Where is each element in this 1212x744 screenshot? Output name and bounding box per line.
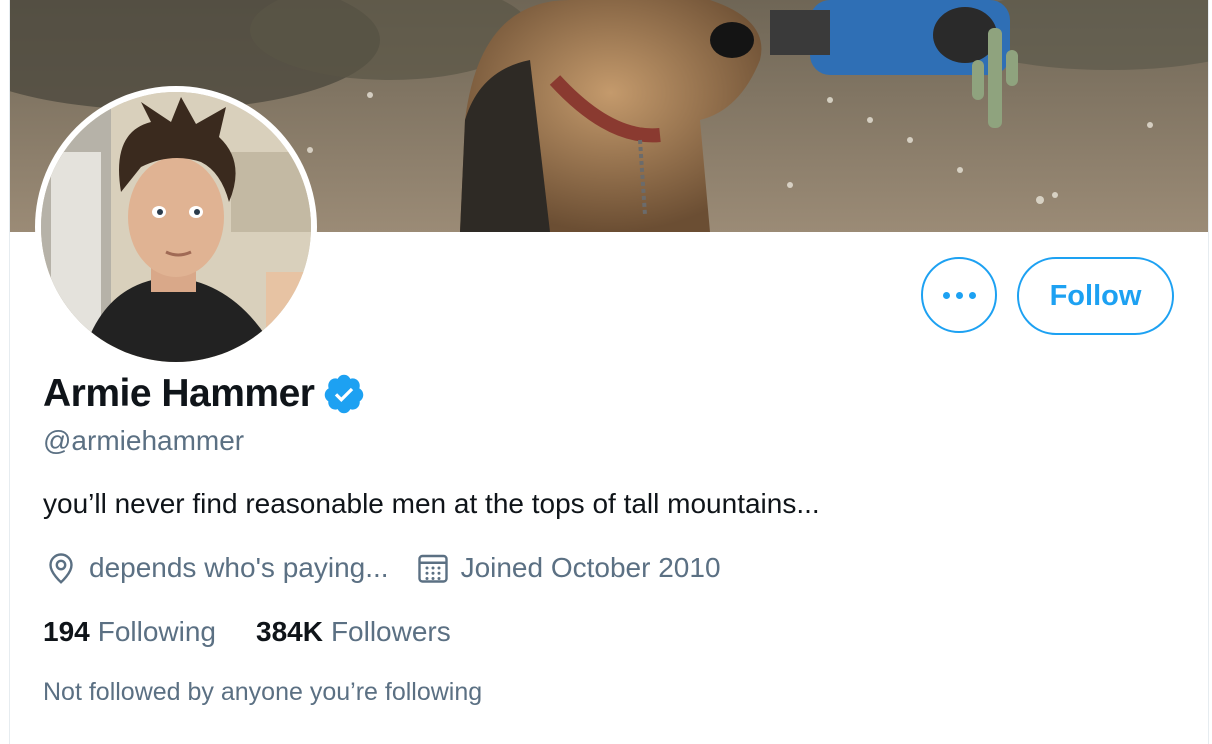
verified-badge-icon[interactable] [322,372,366,416]
more-horizontal-icon-dot [955,291,963,299]
following-label: Following [97,616,216,647]
profile-stats: 194 Following 384K Followers [43,616,451,648]
follow-button[interactable]: Follow [1017,257,1174,335]
social-context-text: Not followed by anyone you’re following [43,678,483,706]
profile-avatar[interactable] [35,86,317,368]
profile-join-date-text: Joined October 2010 [460,552,721,583]
profile-join-date: Joined October 2010 [415,550,721,586]
more-options-button[interactable] [921,257,997,333]
followers-label: Followers [330,616,451,647]
location-pin-icon [49,553,73,584]
profile-name-row: Armie Hammer [43,372,366,416]
following-count: 194 [43,616,90,647]
more-horizontal-icon-dot [968,291,976,299]
profile-display-name: Armie Hammer [43,372,315,415]
profile-bio: you’ll never find reasonable men at the … [43,488,820,519]
more-horizontal-icon [942,291,950,299]
profile-location-text: depends who's paying... [89,552,389,583]
profile-page: Follow Armie Hammer @armiehammer you’ll … [9,0,1209,744]
calendar-icon [417,554,448,583]
profile-location: depends who's paying... [43,550,389,586]
followers-link[interactable]: 384K Followers [256,616,451,648]
avatar-photo [41,92,311,362]
profile-handle: @armiehammer [43,425,245,456]
following-link[interactable]: 194 Following [43,616,216,648]
profile-meta: depends who's paying... Joined October 2… [43,550,721,586]
followers-count: 384K [256,616,323,647]
